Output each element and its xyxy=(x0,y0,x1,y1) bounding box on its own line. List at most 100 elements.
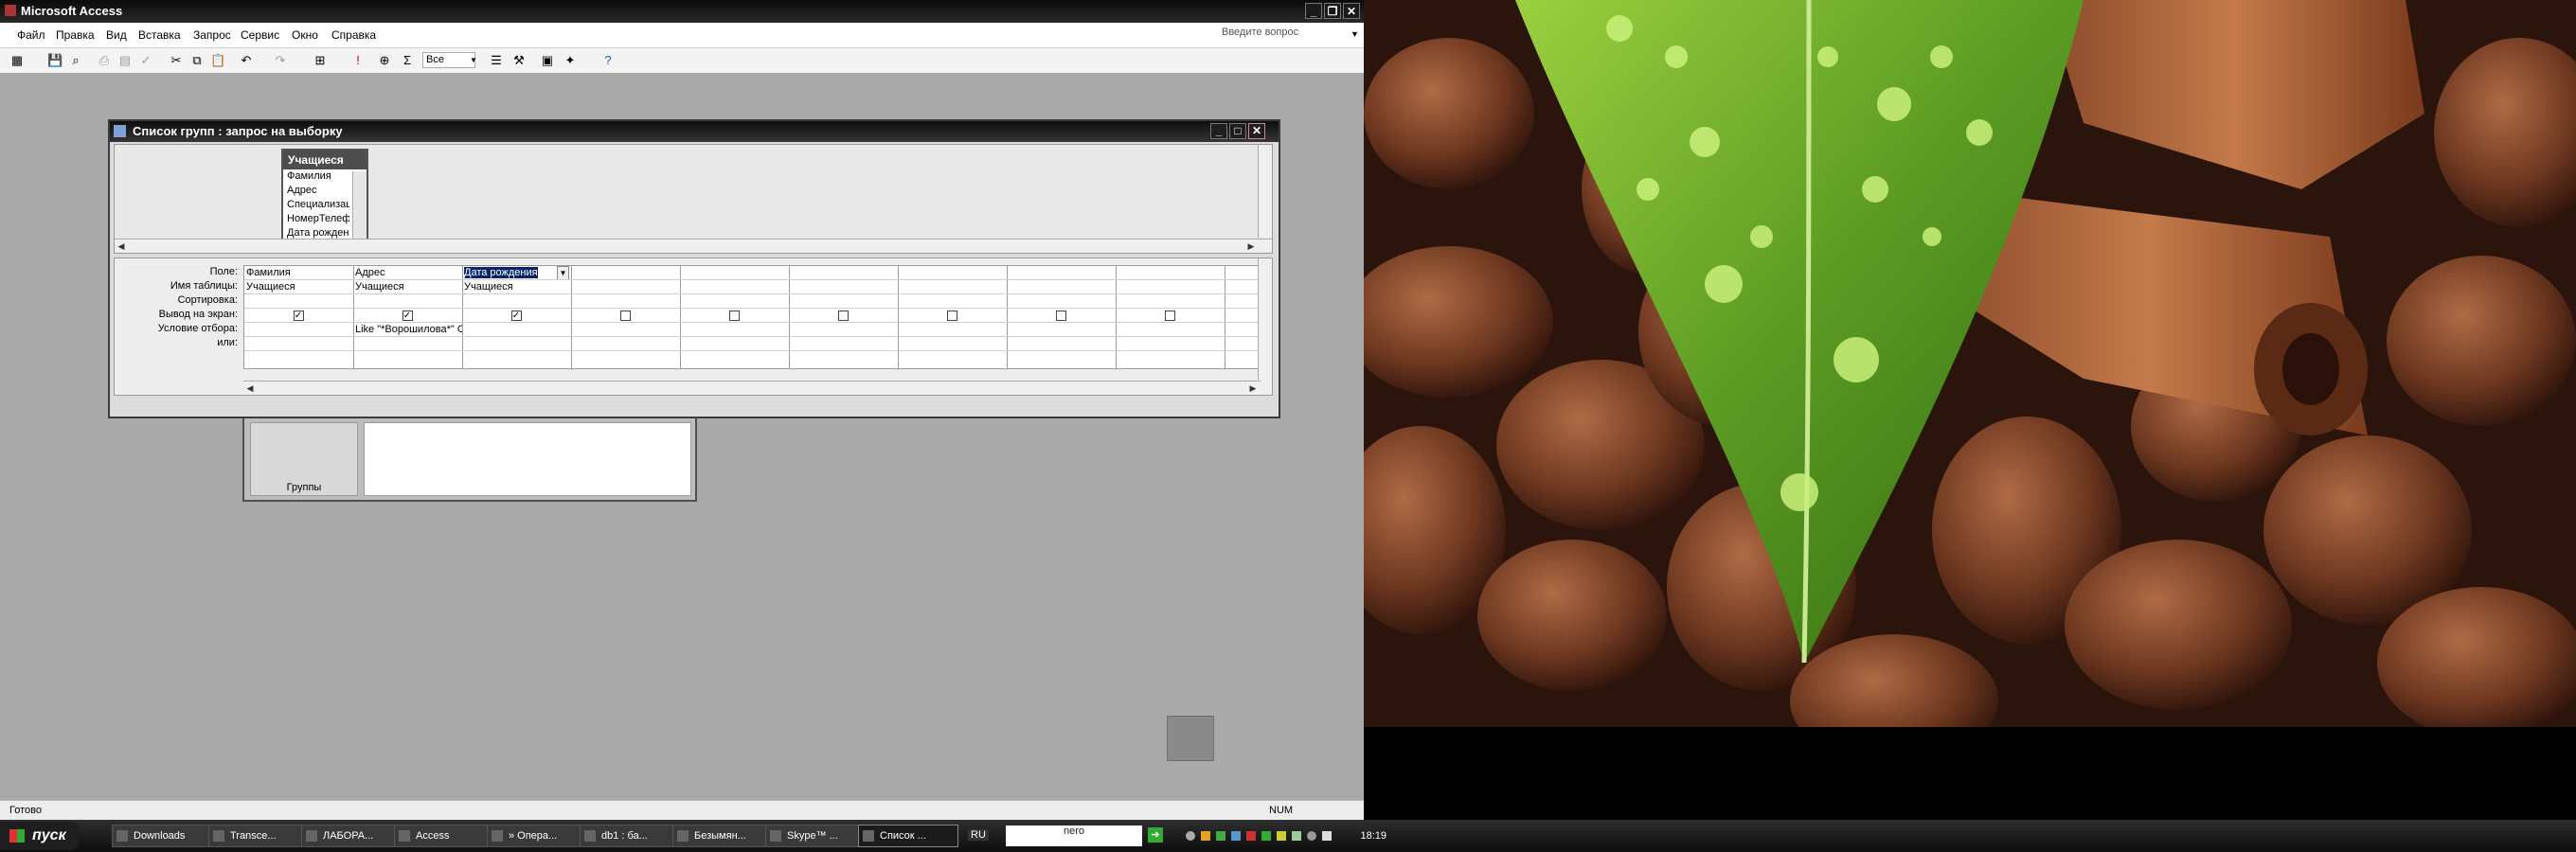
grid-cell-field[interactable] xyxy=(1225,266,1261,280)
cut-icon[interactable]: ✂ xyxy=(169,53,184,68)
grid-cell-sort[interactable] xyxy=(789,294,898,309)
build-icon[interactable]: ⚒ xyxy=(511,53,527,68)
tray-icon[interactable] xyxy=(1277,831,1286,841)
grid-cell-criteria[interactable] xyxy=(1225,323,1261,337)
grid-cell-sort[interactable] xyxy=(462,294,571,309)
properties-icon[interactable]: ☰ xyxy=(489,53,504,68)
taskbar-item[interactable]: Безымян... xyxy=(672,825,773,847)
grid-cell-or[interactable] xyxy=(571,337,680,351)
grid-cell-or[interactable] xyxy=(1007,337,1116,351)
grid-cell-criteria[interactable] xyxy=(462,323,571,337)
grid-cell-sort[interactable] xyxy=(680,294,789,309)
taskbar-item[interactable]: Список ... xyxy=(858,825,958,847)
help-question-input[interactable]: Введите вопрос xyxy=(1222,27,1351,44)
tray-icon[interactable] xyxy=(1231,831,1241,841)
grid-cell-criteria[interactable] xyxy=(1116,323,1225,337)
tray-icon[interactable] xyxy=(1246,831,1256,841)
preview-icon[interactable]: ▤ xyxy=(117,53,133,68)
grid-cell-or[interactable] xyxy=(898,337,1007,351)
grid-cell-criteria[interactable] xyxy=(680,323,789,337)
grid-cell-field[interactable]: Фамилия xyxy=(244,266,353,280)
table-field[interactable]: Специализация xyxy=(283,198,349,212)
language-indicator[interactable]: RU xyxy=(968,829,989,841)
menu-tools[interactable]: Сервис xyxy=(241,28,279,42)
taskbar-item[interactable]: ЛАБОРА... xyxy=(301,825,402,847)
grid-cell-or[interactable] xyxy=(353,337,462,351)
grid-cell-table[interactable]: Учащиеся xyxy=(462,280,571,294)
table-field[interactable]: НомерТелефона xyxy=(283,212,349,226)
tray-icon[interactable] xyxy=(1261,831,1271,841)
paste-icon[interactable]: 📋 xyxy=(210,53,225,68)
show-checkbox[interactable] xyxy=(1164,311,1175,321)
copy-icon[interactable]: ⧉ xyxy=(189,53,205,68)
title-bar[interactable]: Microsoft Access _ ❐ ✕ xyxy=(0,0,1364,23)
menu-insert[interactable]: Вставка xyxy=(138,28,181,42)
show-checkbox[interactable] xyxy=(619,311,631,321)
upper-vertical-scrollbar[interactable] xyxy=(1258,145,1272,238)
grid-cell-criteria[interactable] xyxy=(789,323,898,337)
close-button[interactable]: ✕ xyxy=(1343,3,1360,19)
tray-icon[interactable] xyxy=(1186,831,1195,841)
grid-cell-criteria[interactable]: Like "*Ворошилова*" О xyxy=(353,323,462,337)
grid-cell-sort[interactable] xyxy=(898,294,1007,309)
grid-cell-sort[interactable] xyxy=(571,294,680,309)
show-checkbox[interactable] xyxy=(837,311,849,321)
grid-cell-or[interactable] xyxy=(462,337,571,351)
show-checkbox[interactable]: ✓ xyxy=(293,311,304,321)
maximize-button[interactable]: ❐ xyxy=(1324,3,1341,19)
chevron-down-icon[interactable]: ▼ xyxy=(466,53,481,68)
grid-cell-criteria[interactable] xyxy=(244,323,353,337)
taskbar-item[interactable]: Downloads xyxy=(112,825,212,847)
grid-horizontal-scrollbar[interactable]: ◀ ▶ xyxy=(243,381,1261,395)
grid-cell-sort[interactable] xyxy=(244,294,353,309)
grid-cell-criteria[interactable] xyxy=(898,323,1007,337)
redo-icon[interactable]: ↷ xyxy=(273,53,288,68)
selected-field-text[interactable]: Дата рождения xyxy=(464,267,538,278)
run-icon[interactable]: ! xyxy=(350,53,366,68)
grid-cell-or[interactable] xyxy=(1116,337,1225,351)
grid-cell-or[interactable] xyxy=(1225,337,1261,351)
start-button[interactable]: пуск xyxy=(0,822,80,850)
show-checkbox[interactable] xyxy=(946,311,957,321)
scroll-left-icon[interactable]: ◀ xyxy=(116,240,127,252)
taskbar-item[interactable]: db1 : ба... xyxy=(580,825,680,847)
menu-view[interactable]: Вид xyxy=(106,28,127,42)
grid-cell-table[interactable] xyxy=(1225,280,1261,294)
grid-cell-criteria[interactable] xyxy=(1007,323,1116,337)
grid-vertical-scrollbar[interactable] xyxy=(1258,258,1272,380)
grid-cell-sort[interactable] xyxy=(1116,294,1225,309)
grid-cell-table[interactable]: Учащиеся xyxy=(244,280,353,294)
go-arrow-icon[interactable]: ➔ xyxy=(1148,827,1163,843)
undo-icon[interactable]: ↶ xyxy=(239,53,254,68)
grid-cell-field[interactable]: Дата рождения ▼ xyxy=(462,266,571,280)
show-checkbox[interactable]: ✓ xyxy=(402,311,413,321)
grid-cell-field[interactable]: Адрес xyxy=(353,266,462,280)
scroll-left-icon[interactable]: ◀ xyxy=(244,382,256,394)
grid-cell-field[interactable] xyxy=(1007,266,1116,280)
show-checkbox[interactable]: ✓ xyxy=(510,311,522,321)
query-title-bar[interactable]: Список групп : запрос на выборку _ □ ✕ xyxy=(110,121,1279,142)
tray-icon[interactable] xyxy=(1201,831,1210,841)
grid-cell-sort[interactable] xyxy=(1007,294,1116,309)
grid-cell-criteria[interactable] xyxy=(571,323,680,337)
grid-cell-field[interactable] xyxy=(680,266,789,280)
show-table-icon[interactable]: ⊕ xyxy=(377,53,392,68)
print-icon[interactable]: ⎙ xyxy=(97,53,112,68)
upper-horizontal-scrollbar[interactable]: ◀ ▶ xyxy=(115,239,1272,253)
grid-cell-sort[interactable] xyxy=(1225,294,1261,309)
grid-cell-table[interactable] xyxy=(680,280,789,294)
scroll-right-icon[interactable]: ▶ xyxy=(1245,240,1257,252)
groups-window[interactable]: Группы xyxy=(242,415,697,502)
grid-cell-sort[interactable] xyxy=(353,294,462,309)
grid-cell-field[interactable] xyxy=(898,266,1007,280)
grid-cell-table[interactable] xyxy=(571,280,680,294)
grid-cell-field[interactable] xyxy=(1116,266,1225,280)
grid-cell-table[interactable]: Учащиеся xyxy=(353,280,462,294)
table-field[interactable]: Фамилия xyxy=(283,169,349,184)
thumbnail-widget[interactable] xyxy=(1167,716,1214,761)
query-close-button[interactable]: ✕ xyxy=(1248,123,1265,139)
nero-toolbar[interactable]: nero xyxy=(1006,825,1142,846)
query-maximize-button[interactable]: □ xyxy=(1229,123,1246,139)
show-checkbox[interactable] xyxy=(728,311,740,321)
grid-cell-table[interactable] xyxy=(789,280,898,294)
